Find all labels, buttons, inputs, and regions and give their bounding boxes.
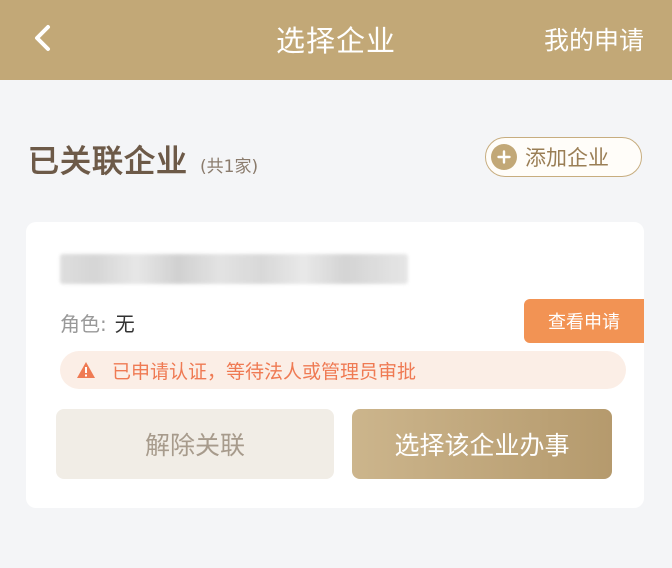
company-card: 角色: 无 查看申请 已申请认证，等待法人或管理员审批 解除关联 选择该企业办事 [26, 222, 644, 508]
plus-circle-icon [491, 144, 517, 170]
choose-company-button[interactable]: 选择该企业办事 [352, 409, 612, 479]
linked-companies-title: 已关联企业 [28, 144, 188, 180]
role-label: 角色: [60, 312, 107, 336]
unlink-button[interactable]: 解除关联 [56, 409, 334, 479]
role-value: 无 [114, 312, 135, 336]
warning-icon [77, 362, 95, 378]
add-company-label: 添加企业 [525, 146, 609, 170]
role-row: 角色: 无 [60, 308, 135, 337]
status-notice: 已申请认证，等待法人或管理员审批 [60, 351, 626, 389]
my-applications-link[interactable]: 我的申请 [544, 0, 644, 78]
section-heading: 已关联企业 (共1家) [28, 136, 258, 181]
add-company-button[interactable]: 添加企业 [485, 137, 642, 177]
company-name-redacted [60, 254, 408, 284]
status-text: 已申请认证，等待法人或管理员审批 [112, 360, 417, 383]
linked-companies-count: (共1家) [200, 157, 259, 177]
view-application-button[interactable]: 查看申请 [524, 299, 644, 343]
top-navigation-bar: 选择企业 我的申请 [0, 0, 672, 80]
